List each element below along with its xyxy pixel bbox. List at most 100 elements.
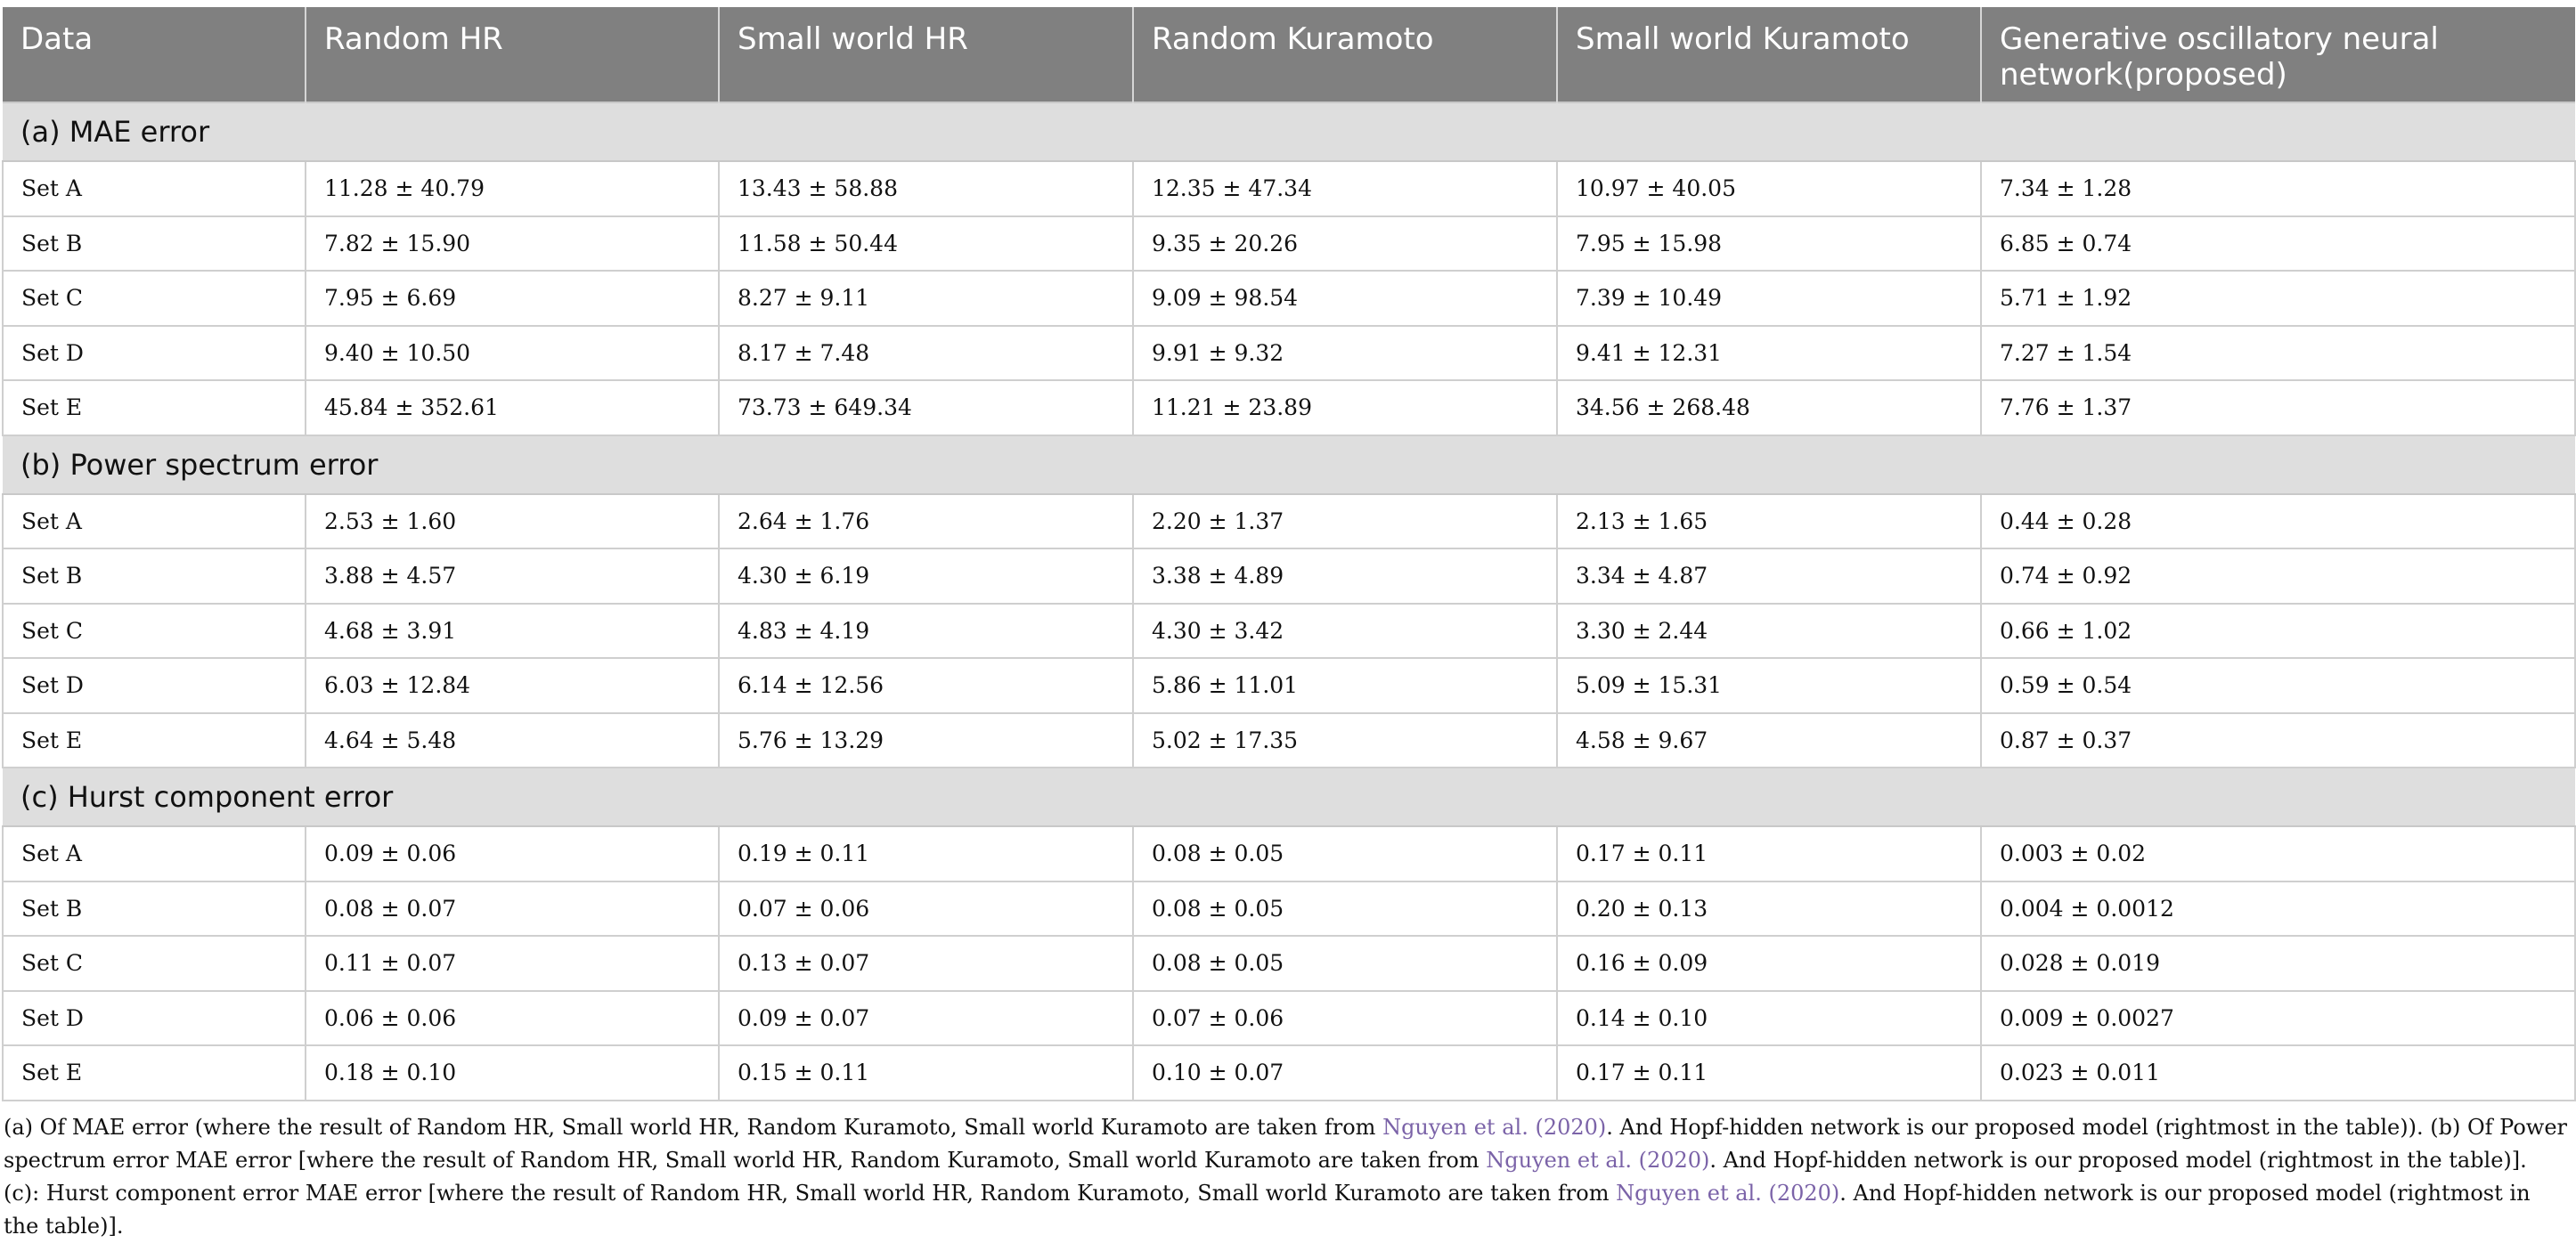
value-cell: 3.34 ± 4.87 — [1556, 548, 1982, 605]
value-cell: 9.41 ± 12.31 — [1556, 324, 1982, 381]
value-cell: 4.58 ± 9.67 — [1556, 711, 1982, 768]
value-cell: 2.64 ± 1.76 — [718, 492, 1134, 549]
row-label-cell: Set C — [2, 602, 306, 659]
value-cell: 0.11 ± 0.07 — [305, 935, 720, 992]
value-cell: 6.03 ± 12.84 — [305, 657, 720, 714]
row-label-cell: Set C — [2, 935, 306, 992]
row-label-cell: Set A — [2, 492, 306, 549]
row-label-cell: Set B — [2, 215, 306, 272]
value-cell: 0.004 ± 0.0012 — [1980, 880, 2576, 937]
value-cell: 0.15 ± 0.11 — [718, 1044, 1134, 1101]
row-label-cell: Set B — [2, 880, 306, 937]
value-cell: 3.88 ± 4.57 — [305, 548, 720, 605]
value-cell: 4.83 ± 4.19 — [718, 602, 1134, 659]
value-cell: 0.19 ± 0.11 — [718, 825, 1134, 882]
table-row: Set B 7.82 ± 15.90 11.58 ± 50.44 9.35 ± 20.… — [2, 215, 2576, 272]
value-cell: 0.44 ± 0.28 — [1980, 492, 2576, 549]
value-cell: 6.85 ± 0.74 — [1980, 215, 2576, 272]
table-row: Set A 0.09 ± 0.06 0.19 ± 0.11 0.08 ± 0.05 0.… — [2, 825, 2576, 882]
table-row: Set B 3.88 ± 4.57 4.30 ± 6.19 3.38 ± 4.89 3.… — [2, 548, 2576, 605]
value-cell: 0.20 ± 0.13 — [1556, 880, 1982, 937]
table-header-row: Data Random HR Small world HR Random Kur… — [3, 7, 2575, 102]
table-row: Set D 0.06 ± 0.06 0.09 ± 0.07 0.07 ± 0.06 0.… — [2, 989, 2576, 1046]
value-cell: 0.08 ± 0.05 — [1132, 935, 1558, 992]
value-cell: 0.08 ± 0.05 — [1132, 880, 1558, 937]
value-cell: 7.95 ± 6.69 — [305, 270, 720, 327]
value-cell: 0.06 ± 0.06 — [305, 989, 720, 1046]
value-cell: 0.07 ± 0.06 — [718, 880, 1134, 937]
value-cell: 0.87 ± 0.37 — [1980, 711, 2576, 768]
value-cell: 7.76 ± 1.37 — [1980, 379, 2576, 436]
value-cell: 9.91 ± 9.32 — [1132, 324, 1558, 381]
footnote-text-1: (a) Of MAE error (where the result of Ra… — [4, 1115, 1383, 1140]
citation-link-2[interactable]: Nguyen et al. (2020) — [1486, 1148, 1709, 1173]
table-body: (a) MAE error Set A 11.28 ± 40.79 13.43 ± 5… — [2, 102, 2576, 1101]
row-label-cell: Set A — [2, 160, 306, 217]
value-cell: 0.13 ± 0.07 — [718, 935, 1134, 992]
section-title: (c) Hurst component error — [3, 767, 2575, 827]
row-label-cell: Set E — [2, 711, 306, 768]
value-cell: 0.17 ± 0.11 — [1556, 825, 1982, 882]
value-cell: 9.35 ± 20.26 — [1132, 215, 1558, 272]
table-footnote: (a) Of MAE error (where the result of Ra… — [4, 1111, 2569, 1243]
value-cell: 13.43 ± 58.88 — [718, 160, 1134, 217]
value-cell: 7.27 ± 1.54 — [1980, 324, 2576, 381]
value-cell: 11.21 ± 23.89 — [1132, 379, 1558, 436]
value-cell: 0.07 ± 0.06 — [1132, 989, 1558, 1046]
header-small-world-kuramoto: Small world Kuramoto — [1557, 7, 1982, 102]
value-cell: 45.84 ± 352.61 — [305, 379, 720, 436]
table-row: Set C 4.68 ± 3.91 4.83 ± 4.19 4.30 ± 3.42 3.… — [2, 602, 2576, 659]
value-cell: 4.68 ± 3.91 — [305, 602, 720, 659]
header-proposed-network: Generative oscillatory neural network(pr… — [1981, 7, 2575, 102]
section-title: (a) MAE error — [3, 102, 2575, 162]
value-cell: 5.09 ± 15.31 — [1556, 657, 1982, 714]
value-cell: 8.17 ± 7.48 — [718, 324, 1134, 381]
header-random-hr: Random HR — [306, 7, 720, 102]
value-cell: 2.13 ± 1.65 — [1556, 492, 1982, 549]
value-cell: 11.58 ± 50.44 — [718, 215, 1134, 272]
table-row: Set A 11.28 ± 40.79 13.43 ± 58.88 12.35 ± 4… — [2, 160, 2576, 217]
table-row: Set E 45.84 ± 352.61 73.73 ± 649.34 11.21 ±… — [2, 379, 2576, 436]
table-row: Set D 9.40 ± 10.50 8.17 ± 7.48 9.91 ± 9.32 9… — [2, 324, 2576, 381]
value-cell: 0.59 ± 0.54 — [1980, 657, 2576, 714]
value-cell: 3.38 ± 4.89 — [1132, 548, 1558, 605]
table-row: Set E 0.18 ± 0.10 0.15 ± 0.11 0.10 ± 0.07 0.… — [2, 1044, 2576, 1101]
header-random-kuramoto: Random Kuramoto — [1133, 7, 1558, 102]
table-row: Set B 0.08 ± 0.07 0.07 ± 0.06 0.08 ± 0.05 0.… — [2, 880, 2576, 937]
results-table: Data Random HR Small world HR Random Kur… — [2, 7, 2576, 1101]
value-cell: 2.53 ± 1.60 — [305, 492, 720, 549]
citation-link-3[interactable]: Nguyen et al. (2020) — [1616, 1181, 1839, 1206]
header-data: Data — [3, 7, 306, 102]
value-cell: 34.56 ± 268.48 — [1556, 379, 1982, 436]
value-cell: 9.40 ± 10.50 — [305, 324, 720, 381]
value-cell: 0.09 ± 0.06 — [305, 825, 720, 882]
value-cell: 10.97 ± 40.05 — [1556, 160, 1982, 217]
value-cell: 5.86 ± 11.01 — [1132, 657, 1558, 714]
value-cell: 3.30 ± 2.44 — [1556, 602, 1982, 659]
value-cell: 0.08 ± 0.07 — [305, 880, 720, 937]
value-cell: 4.30 ± 3.42 — [1132, 602, 1558, 659]
value-cell: 0.18 ± 0.10 — [305, 1044, 720, 1101]
header-small-world-hr: Small world HR — [719, 7, 1134, 102]
value-cell: 0.74 ± 0.92 — [1980, 548, 2576, 605]
section-header-row: (a) MAE error — [3, 102, 2575, 162]
citation-link-1[interactable]: Nguyen et al. (2020) — [1382, 1115, 1606, 1140]
value-cell: 5.76 ± 13.29 — [718, 711, 1134, 768]
row-label-cell: Set A — [2, 825, 306, 882]
value-cell: 0.08 ± 0.05 — [1132, 825, 1558, 882]
row-label-cell: Set D — [2, 324, 306, 381]
value-cell: 0.66 ± 1.02 — [1980, 602, 2576, 659]
table-row: Set C 0.11 ± 0.07 0.13 ± 0.07 0.08 ± 0.05 0.… — [2, 935, 2576, 992]
section-header-row: (c) Hurst component error — [3, 767, 2575, 827]
row-label-cell: Set C — [2, 270, 306, 327]
results-table-container: Data Random HR Small world HR Random Kur… — [2, 7, 2576, 1101]
value-cell: 0.009 ± 0.0027 — [1980, 989, 2576, 1046]
value-cell: 4.64 ± 5.48 — [305, 711, 720, 768]
value-cell: 0.028 ± 0.019 — [1980, 935, 2576, 992]
value-cell: 0.023 ± 0.011 — [1980, 1044, 2576, 1101]
table-row: Set A 2.53 ± 1.60 2.64 ± 1.76 2.20 ± 1.37 2.… — [2, 492, 2576, 549]
value-cell: 5.02 ± 17.35 — [1132, 711, 1558, 768]
value-cell: 5.71 ± 1.92 — [1980, 270, 2576, 327]
value-cell: 0.14 ± 0.10 — [1556, 989, 1982, 1046]
row-label-cell: Set D — [2, 989, 306, 1046]
